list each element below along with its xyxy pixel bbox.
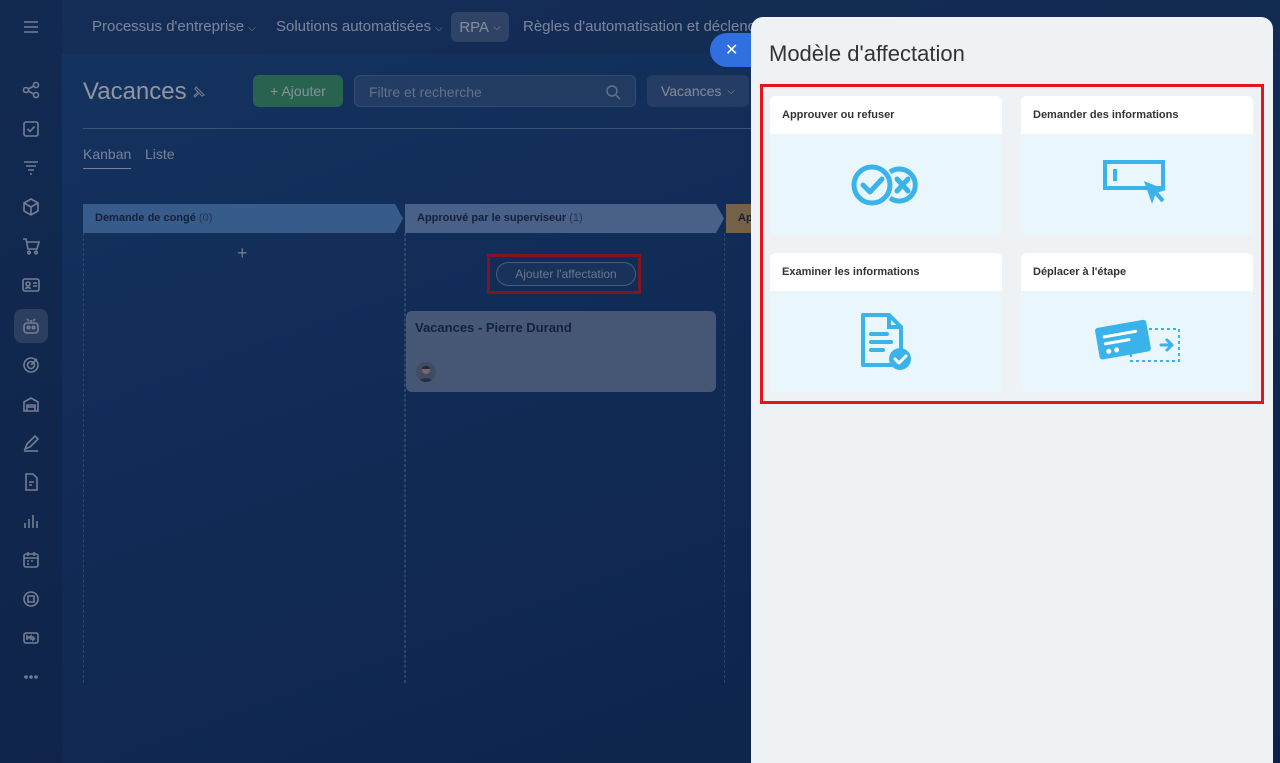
nav-processus[interactable]: Processus d'entreprise ⌵ xyxy=(92,18,256,35)
search-input[interactable] xyxy=(369,82,589,102)
contacts-icon[interactable] xyxy=(14,268,48,302)
box-icon[interactable] xyxy=(14,190,48,224)
pin-icon[interactable] xyxy=(191,86,205,100)
left-rail xyxy=(0,0,62,763)
highlight-box-add-assignment xyxy=(487,254,641,294)
store-icon[interactable] xyxy=(14,582,48,616)
warehouse-icon[interactable] xyxy=(14,387,48,421)
column-title: Demande de congé xyxy=(95,212,196,224)
document-icon[interactable] xyxy=(14,465,48,499)
column-body-approuve xyxy=(405,233,725,683)
add-button[interactable]: + Ajouter xyxy=(253,75,343,107)
nav-label: Règles d'automatisation et déclenc xyxy=(523,18,756,35)
column-count: (1) xyxy=(569,212,583,224)
target-icon[interactable] xyxy=(14,348,48,382)
calendar-icon[interactable] xyxy=(14,543,48,577)
cart-icon[interactable] xyxy=(14,229,48,263)
nav-solutions[interactable]: Solutions automatisées ⌵ xyxy=(276,18,443,35)
panel-title: Modèle d'affectation xyxy=(769,41,965,66)
column-count: (0) xyxy=(198,212,213,224)
card-title: Vacances - Pierre Durand xyxy=(415,320,572,335)
column-header-demande[interactable]: Demande de congé (0) xyxy=(83,204,403,233)
filter-label: Vacances xyxy=(660,83,722,99)
close-panel-button[interactable]: ✕ xyxy=(710,33,754,67)
analytics-icon[interactable] xyxy=(14,504,48,538)
avatar[interactable] xyxy=(416,362,436,382)
column-body-demande xyxy=(83,233,405,683)
filter-icon[interactable] xyxy=(14,151,48,185)
nav-label: Solutions automatisées xyxy=(276,18,432,35)
highlight-box-templates xyxy=(760,84,1264,404)
nav-label: Processus d'entreprise xyxy=(92,18,245,35)
chevron-down-icon: ⌵ xyxy=(493,21,501,33)
kanban-card[interactable]: Vacances - Pierre Durand xyxy=(406,311,716,392)
nav-label: RPA xyxy=(459,18,490,36)
chevron-down-icon: ⌵ xyxy=(248,23,256,34)
process-icon[interactable] xyxy=(14,73,48,107)
nav-regles[interactable]: Règles d'automatisation et déclenc xyxy=(523,18,755,35)
nav-rpa[interactable]: RPA ⌵ xyxy=(451,12,509,42)
close-icon: ✕ xyxy=(725,42,739,59)
robot-icon[interactable] xyxy=(14,309,48,343)
menu-icon[interactable] xyxy=(14,10,48,44)
tab-liste[interactable]: Liste xyxy=(145,146,175,162)
sign-icon[interactable] xyxy=(14,426,48,460)
assignment-template-panel: Modèle d'affectation Approuver ou refuse… xyxy=(751,17,1273,763)
column-title: Approuvé par le superviseur xyxy=(417,212,567,224)
add-button-label: + Ajouter xyxy=(270,83,326,99)
tasks-icon[interactable] xyxy=(14,112,48,146)
tab-kanban[interactable]: Kanban xyxy=(83,146,132,169)
column-header-approuve[interactable]: Approuvé par le superviseur (1) xyxy=(405,204,725,233)
chevron-down-icon: ⌵ xyxy=(435,23,443,34)
add-item-plus-icon[interactable]: + xyxy=(237,243,248,264)
page-title: Vacances xyxy=(83,78,187,105)
search-icon[interactable] xyxy=(605,84,621,100)
chevron-down-icon: ⌵ xyxy=(727,85,736,97)
marketing-icon[interactable] xyxy=(14,621,48,655)
header-divider xyxy=(83,128,753,129)
search-box[interactable] xyxy=(354,75,636,107)
filter-dropdown[interactable]: Vacances ⌵ xyxy=(647,75,749,107)
more-icon[interactable] xyxy=(14,660,48,694)
